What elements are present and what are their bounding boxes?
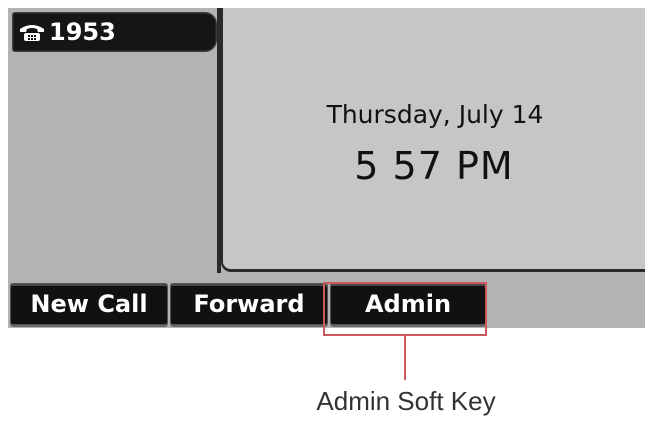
line-key-1953[interactable]: 1953 <box>12 12 217 52</box>
new-call-soft-key[interactable]: New Call <box>10 283 168 325</box>
admin-highlight-box <box>323 282 487 336</box>
callout-leader-line <box>404 336 406 380</box>
date-display: Thursday, July 14 <box>326 100 544 129</box>
idle-display-panel: Thursday, July 14 5 57 PM <box>221 8 645 272</box>
callout-label: Admin Soft Key <box>316 386 496 416</box>
phone-lcd-screen: 1953 Thursday, July 14 5 57 PM New Call … <box>8 8 645 328</box>
forward-soft-key[interactable]: Forward <box>170 283 328 325</box>
line-number: 1953 <box>49 18 116 46</box>
phone-display-figure: 1953 Thursday, July 14 5 57 PM New Call … <box>0 0 645 423</box>
time-display: 5 57 PM <box>354 144 514 188</box>
phone-handset-icon <box>19 22 45 42</box>
